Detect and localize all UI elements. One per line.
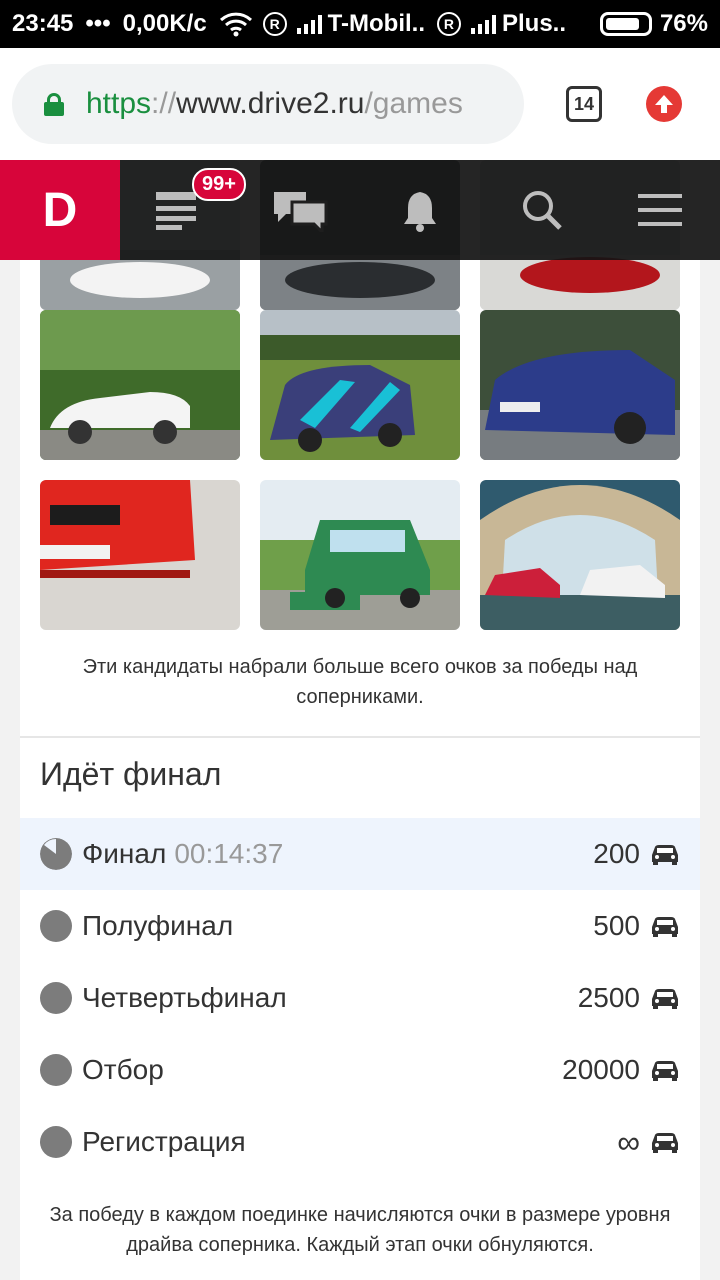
update-icon[interactable] [646, 86, 682, 122]
url-field[interactable]: https://www.drive2.ru/games [12, 64, 524, 144]
battery-icon [599, 12, 652, 36]
url-host: www.drive2.ru [176, 87, 365, 120]
car-icon [652, 845, 678, 865]
url-scheme: https [86, 87, 152, 120]
car-icon [652, 1133, 678, 1153]
browser-toolbar: https://www.drive2.ru/games 14 [0, 48, 720, 160]
tab-switcher-button[interactable]: 14 [566, 86, 602, 122]
stage-row-selection[interactable]: Отбор 20000 [20, 1034, 700, 1106]
stage-row-semifinal[interactable]: Полуфинал 500 [20, 890, 700, 962]
candidate-photo[interactable] [480, 480, 680, 630]
stage-points: 20000 [562, 1054, 640, 1085]
status-time: 23:45 [12, 10, 74, 37]
stage-label: Полуфинал [82, 910, 234, 941]
games-card: Эти кандидаты набрали больше всего очков… [20, 160, 700, 1280]
stage-progress-icon [40, 838, 72, 870]
signal-icon-2 [470, 14, 496, 34]
drive2-logo[interactable]: D [0, 160, 120, 260]
notifications-badge: 99+ [192, 168, 246, 201]
stage-timer: 00:14:37 [174, 838, 284, 869]
stage-row-registration[interactable]: Регистрация ∞ [20, 1106, 700, 1178]
stage-label: Четвертьфинал [82, 982, 287, 1013]
stage-row-final[interactable]: Финал 00:14:37 200 [20, 818, 700, 890]
roaming-icon: R [262, 12, 287, 36]
battery-percent: 76% [659, 10, 708, 37]
car-icon [652, 989, 678, 1009]
stage-points: ∞ [617, 1123, 640, 1160]
stage-status-icon [40, 910, 72, 942]
signal-icon-1 [296, 14, 322, 34]
status-dots: ••• [85, 10, 111, 37]
candidate-photo[interactable] [480, 310, 680, 460]
stage-row-quarterfinal[interactable]: Четвертьфинал 2500 [20, 962, 700, 1034]
final-section-title: Идёт финал [40, 756, 222, 792]
candidate-photo[interactable] [260, 310, 460, 460]
candidate-photo[interactable] [260, 480, 460, 630]
car-icon [652, 917, 678, 937]
url-separator: :// [151, 87, 177, 120]
carrier-2: Plus.. [501, 10, 567, 37]
section-divider [20, 736, 700, 738]
network-speed: 0,00K/c [122, 10, 207, 37]
messages-icon[interactable] [272, 190, 328, 232]
candidate-photo[interactable] [40, 480, 240, 630]
stage-status-icon [40, 1126, 72, 1158]
carrier-1: T-Mobil.. [327, 10, 425, 37]
car-icon [652, 1061, 678, 1081]
site-navbar: D [0, 160, 720, 260]
status-bar: 23:45 ••• 0,00K/c R T-Mobil.. R Plus.. 7… [0, 0, 720, 48]
bell-icon[interactable] [402, 190, 438, 232]
stage-label: Финал [82, 838, 167, 869]
stage-points: 200 [593, 838, 640, 869]
candidate-photo[interactable] [40, 310, 240, 460]
lock-icon [44, 93, 64, 116]
menu-icon[interactable] [638, 194, 682, 226]
stage-points: 500 [593, 910, 640, 941]
stage-points: 2500 [577, 982, 640, 1013]
stage-status-icon [40, 982, 72, 1014]
wifi-icon [219, 12, 252, 37]
scoring-rules-text: За победу в каждом поединке начисляются … [49, 1204, 671, 1256]
url-path: /games [364, 87, 463, 120]
candidates-caption: Эти кандидаты набрали больше всего очков… [82, 656, 638, 708]
feed-icon[interactable] [156, 190, 202, 230]
stage-status-icon [40, 1054, 72, 1086]
roaming-icon: R [436, 12, 461, 36]
stage-label: Регистрация [82, 1126, 246, 1157]
search-icon[interactable] [522, 190, 564, 232]
stage-label: Отбор [82, 1054, 164, 1085]
